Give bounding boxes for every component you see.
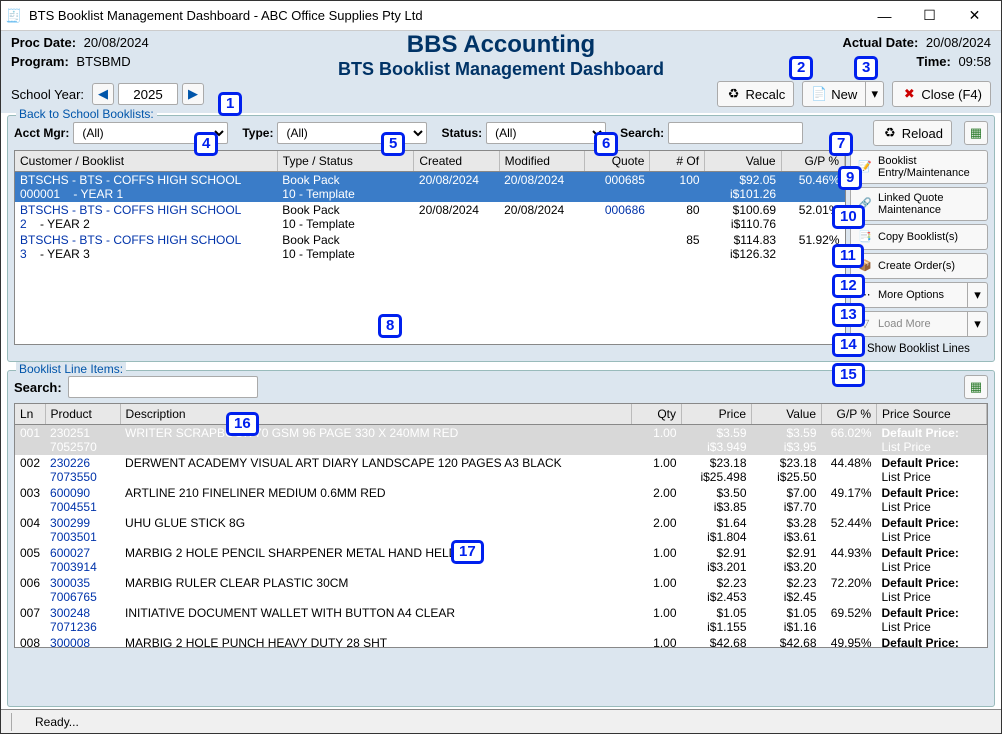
lcol-ln[interactable]: Ln xyxy=(15,404,45,425)
line-row[interactable]: 0012302517052570WRITER SCRAPBOOK 70 GSM … xyxy=(15,425,987,456)
search-label: Search: xyxy=(620,126,664,140)
time-value: 09:58 xyxy=(958,54,991,69)
booklist-row[interactable]: BTSCHS - BTS - COFFS HIGH SCHOOL000001 -… xyxy=(15,172,845,203)
close-icon: ✖ xyxy=(901,86,917,102)
marker-13: 13 xyxy=(832,303,865,327)
new-icon: 📄 xyxy=(811,86,827,102)
lcol-gp[interactable]: G/P % xyxy=(822,404,877,425)
load-more-split[interactable]: ▾ xyxy=(968,311,988,337)
excel-icon: ▦ xyxy=(970,379,982,395)
lcol-product[interactable]: Product xyxy=(45,404,120,425)
actual-date-value: 20/08/2024 xyxy=(926,35,991,50)
copy-icon: 📑 xyxy=(856,231,874,243)
lineitems-legend: Booklist Line Items: xyxy=(16,362,126,376)
school-year-input[interactable] xyxy=(118,83,178,105)
load-more-button[interactable]: ▽Load More xyxy=(850,311,968,337)
booklists-legend: Back to School Booklists: xyxy=(16,107,157,121)
lcol-qty[interactable]: Qty xyxy=(632,404,682,425)
marker-2: 2 xyxy=(789,56,813,80)
col-customer[interactable]: Customer / Booklist xyxy=(15,151,277,172)
type-label: Type: xyxy=(242,126,273,140)
program-label: Program: xyxy=(11,54,69,69)
actual-date-label: Actual Date: xyxy=(842,35,918,50)
school-year-label: School Year: xyxy=(11,87,84,102)
marker-3: 3 xyxy=(854,56,878,80)
lines-search-input[interactable] xyxy=(68,376,258,398)
show-lines-label: Show Booklist Lines xyxy=(867,343,970,355)
minimize-button[interactable]: — xyxy=(862,2,907,30)
titlebar: 🧾 BTS Booklist Management Dashboard - AB… xyxy=(1,1,1001,31)
statusbar: Ready... xyxy=(1,709,1001,733)
marker-1: 1 xyxy=(218,92,242,116)
line-row[interactable]: 0063000357006765MARBIG RULER CLEAR PLAST… xyxy=(15,575,987,605)
create-orders-button[interactable]: 📦Create Order(s) xyxy=(850,253,988,279)
more-options-button[interactable]: ⋯More Options xyxy=(850,282,968,308)
marker-12: 12 xyxy=(832,274,865,298)
linked-quote-button[interactable]: 🔗Linked Quote Maintenance xyxy=(850,187,988,221)
marker-7: 7 xyxy=(829,132,853,156)
booklist-row[interactable]: BTSCHS - BTS - COFFS HIGH SCHOOL3 - YEAR… xyxy=(15,232,845,262)
close-button[interactable]: ✖Close (F4) xyxy=(892,81,991,107)
app-icon: 🧾 xyxy=(5,7,23,25)
header: Proc Date: 20/08/2024 Actual Date: 20/08… xyxy=(1,31,1001,77)
line-row[interactable]: 0073002487071236INITIATIVE DOCUMENT WALL… xyxy=(15,605,987,635)
line-row[interactable]: 0056000277003914MARBIG 2 HOLE PENCIL SHA… xyxy=(15,545,987,575)
lcol-ps[interactable]: Price Source xyxy=(877,404,987,425)
marker-9: 9 xyxy=(838,166,862,190)
lines-grid[interactable]: Ln Product Description Qty Price Value G… xyxy=(14,403,988,648)
marker-15: 15 xyxy=(832,363,865,387)
col-value[interactable]: Value xyxy=(705,151,782,172)
proc-date-label: Proc Date: xyxy=(11,35,76,50)
recycle-icon: ♻ xyxy=(726,86,742,102)
col-modified[interactable]: Modified xyxy=(499,151,584,172)
line-row[interactable]: 0036000907004551ARTLINE 210 FINELINER ME… xyxy=(15,485,987,515)
acct-mgr-label: Acct Mgr: xyxy=(14,126,69,140)
booklist-row[interactable]: BTSCHS - BTS - COFFS HIGH SCHOOL2 - YEAR… xyxy=(15,202,845,232)
status-select[interactable]: (All) xyxy=(486,122,606,144)
close-window-button[interactable]: ✕ xyxy=(952,2,997,30)
booklists-grid[interactable]: Customer / Booklist Type / Status Create… xyxy=(14,150,846,345)
marker-17: 17 xyxy=(451,540,484,564)
col-nof[interactable]: # Of xyxy=(650,151,705,172)
proc-date-value: 20/08/2024 xyxy=(84,35,149,50)
reload-button[interactable]: ♻Reload xyxy=(873,120,952,146)
year-next-button[interactable]: ▶ xyxy=(182,83,204,105)
recalc-button[interactable]: ♻Recalc xyxy=(717,81,795,107)
lineitems-panel: Booklist Line Items: Search: ▦ Ln Produc… xyxy=(7,370,995,707)
lcol-price[interactable]: Price xyxy=(682,404,752,425)
program-value: BTSBMD xyxy=(76,54,130,69)
new-split-button[interactable]: ▾ xyxy=(866,81,884,107)
marker-16: 16 xyxy=(226,412,259,436)
reload-icon: ♻ xyxy=(882,125,898,141)
copy-booklists-button[interactable]: 📑Copy Booklist(s) xyxy=(850,224,988,250)
year-prev-button[interactable]: ◀ xyxy=(92,83,114,105)
maximize-button[interactable]: ☐ xyxy=(907,2,952,30)
status-text: Ready... xyxy=(35,715,79,729)
window-title: BTS Booklist Management Dashboard - ABC … xyxy=(29,8,862,23)
marker-6: 6 xyxy=(594,132,618,156)
export-excel-booklists-button[interactable]: ▦ xyxy=(964,121,988,145)
new-button[interactable]: 📄New xyxy=(802,81,866,107)
marker-11: 11 xyxy=(832,244,864,268)
lines-search-label: Search: xyxy=(14,380,62,395)
line-row[interactable]: 008300008MARBIG 2 HOLE PUNCH HEAVY DUTY … xyxy=(15,635,987,648)
booklist-entry-button[interactable]: 📝Booklist Entry/Maintenance xyxy=(850,150,988,184)
excel-icon: ▦ xyxy=(970,125,982,141)
marker-5: 5 xyxy=(381,132,405,156)
search-input[interactable] xyxy=(668,122,803,144)
lcol-value[interactable]: Value xyxy=(752,404,822,425)
marker-4: 4 xyxy=(194,132,218,156)
marker-10: 10 xyxy=(832,205,865,229)
line-row[interactable]: 0022302267073550DERWENT ACADEMY VISUAL A… xyxy=(15,455,987,485)
more-options-split[interactable]: ▾ xyxy=(968,282,988,308)
status-label: Status: xyxy=(441,126,482,140)
lcol-desc[interactable]: Description xyxy=(120,404,631,425)
marker-8: 8 xyxy=(378,314,402,338)
time-label: Time: xyxy=(916,54,950,69)
marker-14: 14 xyxy=(832,333,865,357)
booklists-sidebar: 📝Booklist Entry/Maintenance 🔗Linked Quot… xyxy=(846,150,988,357)
col-created[interactable]: Created xyxy=(414,151,499,172)
export-excel-lines-button[interactable]: ▦ xyxy=(964,375,988,399)
line-row[interactable]: 0043002997003501UHU GLUE STICK 8G2.00$1.… xyxy=(15,515,987,545)
